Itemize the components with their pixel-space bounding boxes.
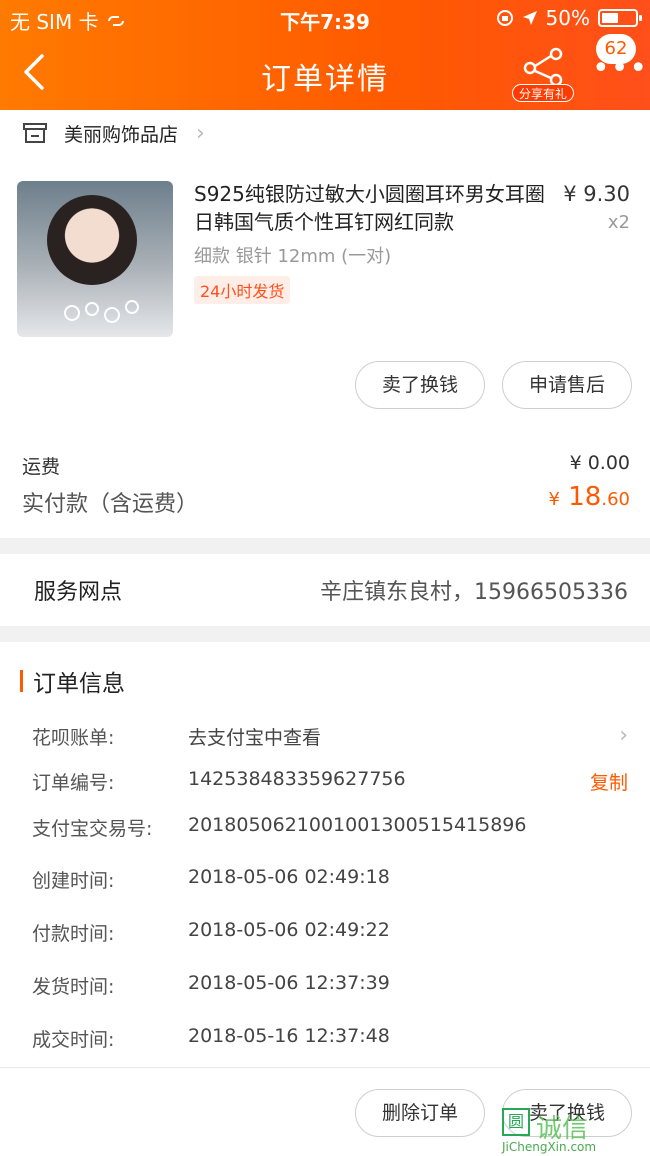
paid-label: 实付款（含运费） (22, 492, 199, 517)
watermark-logo-icon: 圆 (502, 1108, 530, 1136)
product-price: ¥ 9.30 (563, 182, 630, 206)
section-divider (0, 538, 650, 554)
battery-percent: 50% (545, 6, 590, 30)
battery-icon (598, 9, 642, 27)
watermark-url: JiChengXin.com (502, 1140, 597, 1154)
after-sale-button[interactable]: 申请售后 (502, 361, 632, 409)
chevron-right-icon: › (619, 723, 628, 748)
product-image (17, 181, 173, 337)
watermark: 圆 诚信 JiChengXin.com (502, 1108, 642, 1154)
service-label: 服务网点 (34, 580, 123, 605)
paid-amount-row: 实付款（含运费） ¥ 18.60 (22, 482, 630, 518)
service-value: 辛庄镇东良村，15966505336 (320, 580, 628, 605)
app-header: 无 SIM 卡 下午7:39 50% 订单详情 分享有礼 ••• 62 (0, 0, 650, 110)
accent-bar (20, 670, 23, 692)
rotation-lock-icon (496, 10, 513, 26)
nav-bar: 订单详情 分享有礼 ••• 62 (0, 34, 650, 110)
order-item[interactable]: S925纯银防过敏大小圆圈耳环男女耳圈日韩国气质个性耳钉网红同款 细款 银针 1… (0, 156, 650, 356)
product-name: S925纯银防过敏大小圆圈耳环男女耳圈日韩国气质个性耳钉网红同款 (194, 182, 545, 234)
shipping-label: 运费 (22, 456, 61, 478)
product-quantity: x2 (607, 212, 630, 233)
share-button[interactable]: 分享有礼 (512, 46, 576, 102)
message-badge: 62 (596, 34, 636, 64)
shipping-fee-row: 运费 ¥ 0.00 (22, 452, 630, 479)
delete-order-button[interactable]: 删除订单 (355, 1089, 485, 1137)
share-icon (523, 47, 563, 86)
sell-button[interactable]: 卖了换钱 (355, 361, 485, 409)
product-spec: 细款 银针 12mm (一对) (194, 246, 392, 267)
footer-divider (0, 1067, 650, 1068)
section-divider (0, 626, 650, 642)
share-label: 分享有礼 (512, 84, 574, 102)
status-bar: 无 SIM 卡 下午7:39 50% (0, 0, 650, 36)
shipping-tag: 24小时发货 (194, 276, 291, 304)
store-row[interactable]: 美丽购饰品店 › (0, 110, 650, 156)
shipping-value: ¥ 0.00 (569, 452, 630, 474)
service-point-row: 服务网点 辛庄镇东良村，15966505336 (0, 554, 650, 626)
earrings-image (64, 300, 139, 323)
store-name: 美丽购饰品店 (64, 123, 179, 146)
more-icon[interactable]: ••• (592, 54, 648, 84)
paid-value: ¥ 18.60 (548, 482, 630, 512)
copy-button[interactable]: 复制 (590, 768, 628, 795)
order-info-title: 订单信息 (33, 671, 125, 697)
store-icon (23, 123, 47, 143)
location-arrow-icon (522, 11, 537, 25)
chevron-right-icon: › (196, 120, 205, 146)
